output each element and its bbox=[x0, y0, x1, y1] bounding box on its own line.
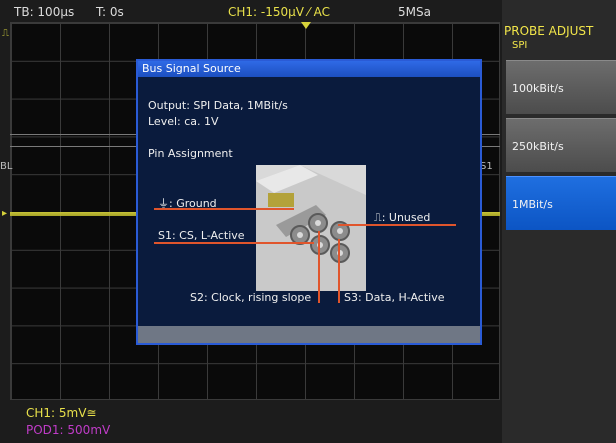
output-info: Output: SPI Data, 1MBit/s bbox=[148, 99, 288, 112]
trigger-position-marker-icon[interactable] bbox=[301, 22, 311, 29]
trigger-time-readout: T: 0s bbox=[96, 5, 124, 19]
softkey-label: 1MBit/s bbox=[512, 198, 553, 211]
timebase-readout: TB: 100µs bbox=[14, 5, 75, 19]
dialog-title: Bus Signal Source bbox=[142, 62, 241, 75]
status-bar: TB: 100µs T: 0s CH1: -150µV ⁄ AC 5MSa bbox=[0, 0, 500, 22]
pin-ground-label: ⏚: Ground bbox=[158, 197, 217, 210]
pin-assignment-heading: Pin Assignment bbox=[148, 147, 233, 160]
left-marker-label: BL bbox=[0, 161, 13, 172]
sample-rate-readout: 5MSa bbox=[398, 5, 431, 19]
ch1-scale-readout: CH1: 5mV≅ bbox=[26, 406, 97, 420]
channel-info-readout: CH1: -150µV ⁄ AC bbox=[228, 5, 330, 19]
pin-s2-label: S2: Clock, rising slope bbox=[190, 291, 312, 304]
softkey-1mbit[interactable]: 1MBit/s bbox=[506, 176, 616, 230]
softkey-100kbit[interactable]: 100kBit/s bbox=[506, 60, 616, 114]
menu-subtitle: SPI bbox=[512, 40, 528, 51]
softkey-250kbit[interactable]: 250kBit/s bbox=[506, 118, 616, 172]
dialog-bottom-bar bbox=[138, 326, 480, 343]
bus-signal-source-dialog: Bus Signal Source Output: SPI Data, 1MBi… bbox=[136, 59, 482, 345]
trigger-level-icon: ⎍ bbox=[2, 28, 9, 39]
level-info: Level: ca. 1V bbox=[148, 115, 219, 128]
pin-unused-label: ⎍: Unused bbox=[374, 211, 431, 224]
pin-s1-label: S1: CS, L-Active bbox=[158, 229, 245, 242]
dialog-title-bar: Bus Signal Source bbox=[138, 61, 480, 77]
softkey-menu: PROBE ADJUST SPI 100kBit/s 250kBit/s 1MB… bbox=[502, 0, 616, 443]
pin-s3-label: S3: Data, H-Active bbox=[344, 291, 445, 304]
s1-pin-line bbox=[154, 242, 314, 244]
menu-title: PROBE ADJUST bbox=[504, 24, 594, 38]
probe-connector-image bbox=[256, 165, 366, 291]
s3-pin-line bbox=[338, 239, 340, 303]
softkey-label: 100kBit/s bbox=[512, 82, 564, 95]
softkey-label: 250kBit/s bbox=[512, 140, 564, 153]
pod1-readout: POD1: 500mV bbox=[26, 423, 111, 437]
s2-pin-line bbox=[318, 231, 320, 303]
ch1-ground-marker-icon[interactable]: ▸ bbox=[2, 208, 7, 219]
